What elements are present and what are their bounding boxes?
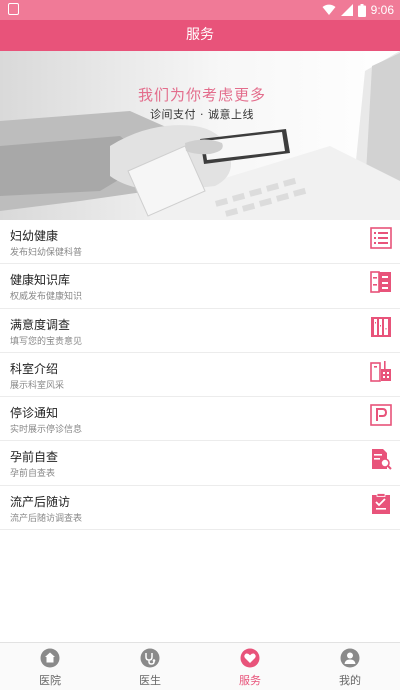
parking-notice-icon bbox=[370, 404, 392, 426]
tab-label: 医院 bbox=[39, 674, 61, 687]
cabinet-icon bbox=[370, 271, 391, 294]
wifi-icon bbox=[322, 4, 336, 15]
service-subtitle: 填写您的宝贵意见 bbox=[10, 336, 83, 347]
tab-label: 服务 bbox=[239, 674, 261, 687]
service-item-post-abortion-followup[interactable]: 流产后随访 流产后随访调查表 bbox=[0, 486, 400, 531]
status-bar: 9:06 bbox=[0, 0, 400, 20]
bottom-tab-bar: 医院 医生 服务 我的 bbox=[0, 642, 400, 690]
page-title: 服务 bbox=[0, 20, 400, 51]
service-subtitle: 发布妇幼保健科普 bbox=[10, 248, 83, 258]
service-item-clinic-suspension-notice[interactable]: 停诊通知 实时展示停诊信息 bbox=[0, 397, 400, 442]
tab-doctor[interactable]: 医生 bbox=[100, 643, 200, 690]
home-icon bbox=[40, 648, 60, 668]
service-title: 停诊通知 bbox=[10, 406, 59, 421]
checklist-icon bbox=[372, 492, 390, 514]
service-title: 健康知识库 bbox=[10, 273, 71, 288]
tab-services[interactable]: 服务 bbox=[200, 643, 300, 690]
service-subtitle: 实时展示停诊信息 bbox=[10, 425, 83, 436]
service-item-satisfaction-survey[interactable]: 满意度调查 填写您的宝贵意见 bbox=[0, 309, 400, 353]
service-subtitle: 流产后随访调查表 bbox=[10, 513, 83, 524]
banner-illustration bbox=[0, 51, 400, 220]
service-title: 妇幼健康 bbox=[10, 229, 59, 243]
banner-headline: 我们为你考虑更多 bbox=[137, 86, 266, 104]
service-subtitle: 展示科室风采 bbox=[10, 380, 65, 391]
heart-icon bbox=[240, 648, 260, 668]
promo-banner[interactable]: 我们为你考虑更多 诊间支付 · 诚意上线 bbox=[0, 51, 400, 220]
banner-subline: 诊间支付 · 诚意上线 bbox=[150, 108, 254, 121]
document-search-icon bbox=[372, 449, 392, 471]
battery-icon bbox=[357, 3, 366, 17]
clock: 9:06 bbox=[370, 3, 394, 17]
signal-icon bbox=[340, 4, 353, 16]
service-item-health-knowledge[interactable]: 健康知识库 权威发布健康知识 bbox=[0, 264, 400, 309]
service-title: 流产后随访 bbox=[10, 494, 71, 509]
service-item-pre-pregnancy-checklist[interactable]: 孕前自查 孕前自查表 bbox=[0, 441, 400, 486]
service-item-department-intro[interactable]: 科室介绍 展示科室风采 bbox=[0, 353, 400, 398]
service-subtitle: 孕前自查表 bbox=[10, 469, 56, 480]
list-icon bbox=[370, 227, 392, 249]
app-notification-icon bbox=[8, 3, 19, 15]
tab-hospital[interactable]: 医院 bbox=[0, 643, 100, 690]
service-item-maternal-child-health[interactable]: 妇幼健康 发布妇幼保健科普 bbox=[0, 220, 400, 265]
tab-mine[interactable]: 我的 bbox=[300, 643, 400, 690]
tab-label: 我的 bbox=[339, 674, 361, 687]
user-icon bbox=[340, 648, 360, 668]
service-subtitle: 权威发布健康知识 bbox=[10, 292, 83, 303]
service-title: 科室介绍 bbox=[10, 361, 59, 376]
tab-label: 医生 bbox=[139, 674, 161, 687]
stethoscope-icon bbox=[140, 648, 160, 668]
survey-icon bbox=[371, 316, 391, 337]
service-title: 孕前自查 bbox=[10, 450, 59, 465]
service-list: 妇幼健康 发布妇幼保健科普 健康知识库 权威发布健康知识 满意度调查 填写您的宝… bbox=[0, 220, 400, 531]
service-title: 满意度调查 bbox=[10, 317, 71, 332]
building-icon bbox=[370, 360, 391, 382]
